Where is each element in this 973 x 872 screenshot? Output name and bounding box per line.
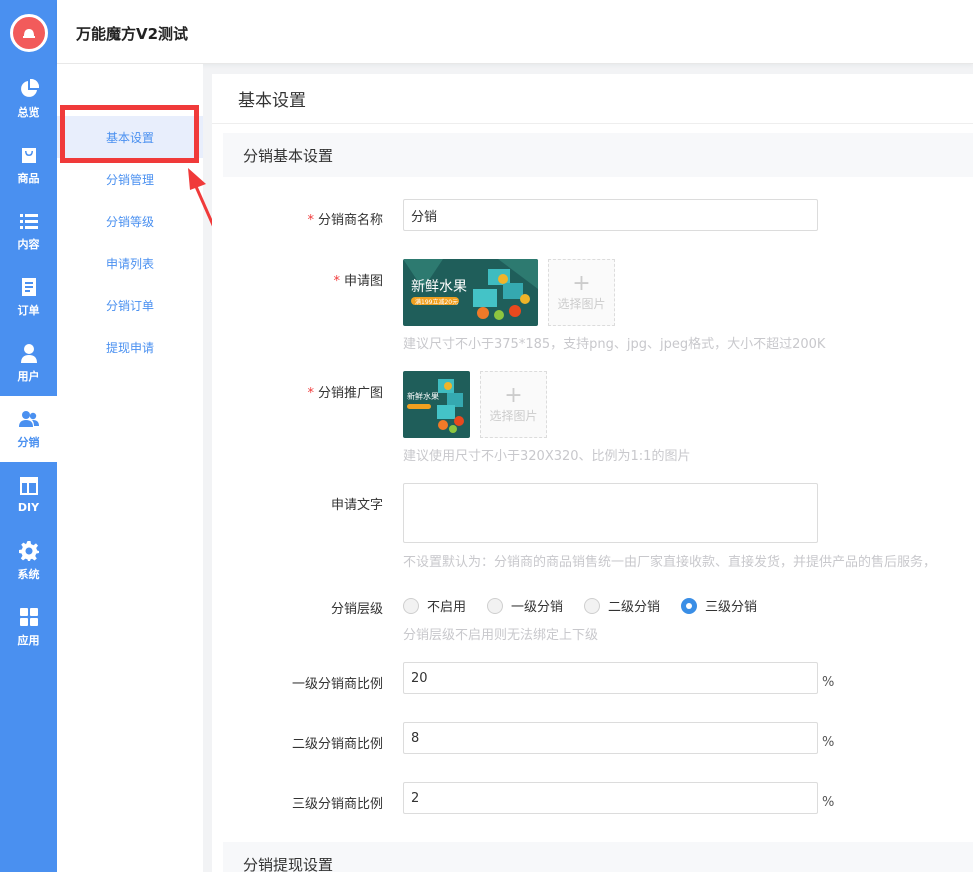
gear-icon [18,540,39,561]
ratio2-input[interactable]: 8 [403,722,818,754]
required-mark: * [307,386,314,401]
ratio3-label: 三级分销商比例 [291,797,383,812]
shopping-bag-icon [21,147,36,163]
required-mark: * [333,274,340,289]
submenu-item-application-list[interactable]: 申请列表 [57,242,203,284]
page-title: 基本设置 [212,74,973,124]
ratio3-input[interactable]: 2 [403,782,818,814]
apply-image-hint: 建议尺寸不小于375*185，支持png、jpg、jpeg格式，大小不超过200… [403,337,826,352]
section-header-basic: 分销基本设置 [223,133,973,177]
top-header: 万能魔方V2测试 [57,0,973,64]
level-label: 分销层级 [330,602,383,617]
apply-image-picker[interactable]: + 选择图片 [548,259,615,326]
ratio2-unit: % [822,735,835,750]
nav-item-goods[interactable]: 商品 [0,132,57,198]
required-mark: * [307,213,314,228]
radio-level-two[interactable]: 二级分销 [584,596,660,615]
picker-label: 选择图片 [489,409,538,423]
ratio1-label: 一级分销商比例 [291,677,383,692]
promo-image-picker[interactable]: + 选择图片 [480,371,547,438]
promo-image-title: 新鲜水果 [407,391,439,401]
apply-text-textarea[interactable] [403,483,818,543]
submenu-item-distributor-management[interactable]: 分销管理 [57,158,203,200]
apply-image-title: 新鲜水果 [411,279,467,295]
document-icon [21,277,36,296]
ratio2-label: 二级分销商比例 [291,737,383,752]
logo[interactable] [9,14,48,52]
nav-item-distribution[interactable]: 分销 [0,396,57,462]
distributor-name-label: * 分销商名称 [307,213,383,228]
nav-item-orders[interactable]: 订单 [0,264,57,330]
nav-label: 内容 [17,237,40,251]
level-radio-group: 不启用 一级分销 二级分销 三级分销 [403,596,778,615]
nav-label: 用户 [17,369,40,383]
list-icon [19,213,38,229]
logo-icon [22,29,35,38]
level-hint: 分销层级不启用则无法绑定上下级 [403,628,599,643]
radio-level-three[interactable]: 三级分销 [681,596,757,615]
apply-image-label: * 申请图 [333,274,383,289]
ratio1-unit: % [822,675,835,690]
main-content: 基本设置 分销基本设置 * 分销商名称 分销 * 申请图 新鲜水果 满199立减20… [212,74,973,872]
ratio1-input[interactable]: 20 [403,662,818,694]
nav-label: 商品 [17,171,40,185]
pie-chart-icon [20,78,39,97]
main-nav: 总览 商品 内容 订单 用户 分销 DIY 系统 应用 [0,0,57,872]
radio-dot [681,597,698,614]
annotation-highlight-box [60,105,199,163]
section-header-withdraw: 分销提现设置 [223,842,973,872]
promo-image-label: * 分销推广图 [307,386,383,401]
nav-item-diy[interactable]: DIY [0,462,57,528]
radio-dot [584,597,601,614]
nav-item-system[interactable]: 系统 [0,528,57,594]
user-icon [20,343,37,363]
nav-label: 分销 [17,435,40,449]
nav-label: DIY [17,501,40,514]
nav-item-apps[interactable]: 应用 [0,594,57,660]
layout-icon [19,477,38,495]
apps-icon [19,607,38,626]
promo-image-thumbnail[interactable]: 新鲜水果 [403,371,470,438]
radio-dot [403,597,419,614]
sub-menu: 基本设置 分销管理 分销等级 申请列表 分销订单 提现申请 [57,64,203,872]
radio-level-none[interactable]: 不启用 [403,596,466,615]
apply-text-hint: 不设置默认为：分销商的商品销售统一由厂家直接收款、直接发货，并提供产品的售后服务… [403,555,937,570]
submenu-item-distribution-orders[interactable]: 分销订单 [57,284,203,326]
distributor-name-input[interactable]: 分销 [403,199,818,231]
plus-icon: + [572,271,591,296]
submenu-item-withdrawal-requests[interactable]: 提现申请 [57,326,203,368]
radio-level-one[interactable]: 一级分销 [487,596,563,615]
nav-label: 应用 [17,633,40,647]
radio-dot [487,597,504,614]
apply-image-thumbnail[interactable]: 新鲜水果 满199立减20元 [403,259,538,326]
nav-item-overview[interactable]: 总览 [0,66,57,132]
picker-label: 选择图片 [557,297,606,311]
nav-label: 订单 [17,303,40,317]
apply-text-label: 申请文字 [330,498,383,513]
app-title: 万能魔方V2测试 [76,25,189,43]
nav-item-users[interactable]: 用户 [0,330,57,396]
logo-area [0,0,57,66]
users-icon [18,410,39,427]
plus-icon: + [504,383,523,408]
nav-label: 系统 [17,567,40,581]
ratio3-unit: % [822,795,835,810]
submenu-item-distribution-levels[interactable]: 分销等级 [57,200,203,242]
nav-label: 总览 [17,105,40,119]
nav-item-content[interactable]: 内容 [0,198,57,264]
promo-image-hint: 建议使用尺寸不小于320X320、比例为1:1的图片 [403,449,691,464]
apply-image-subtitle: 满199立减20元 [415,298,458,306]
